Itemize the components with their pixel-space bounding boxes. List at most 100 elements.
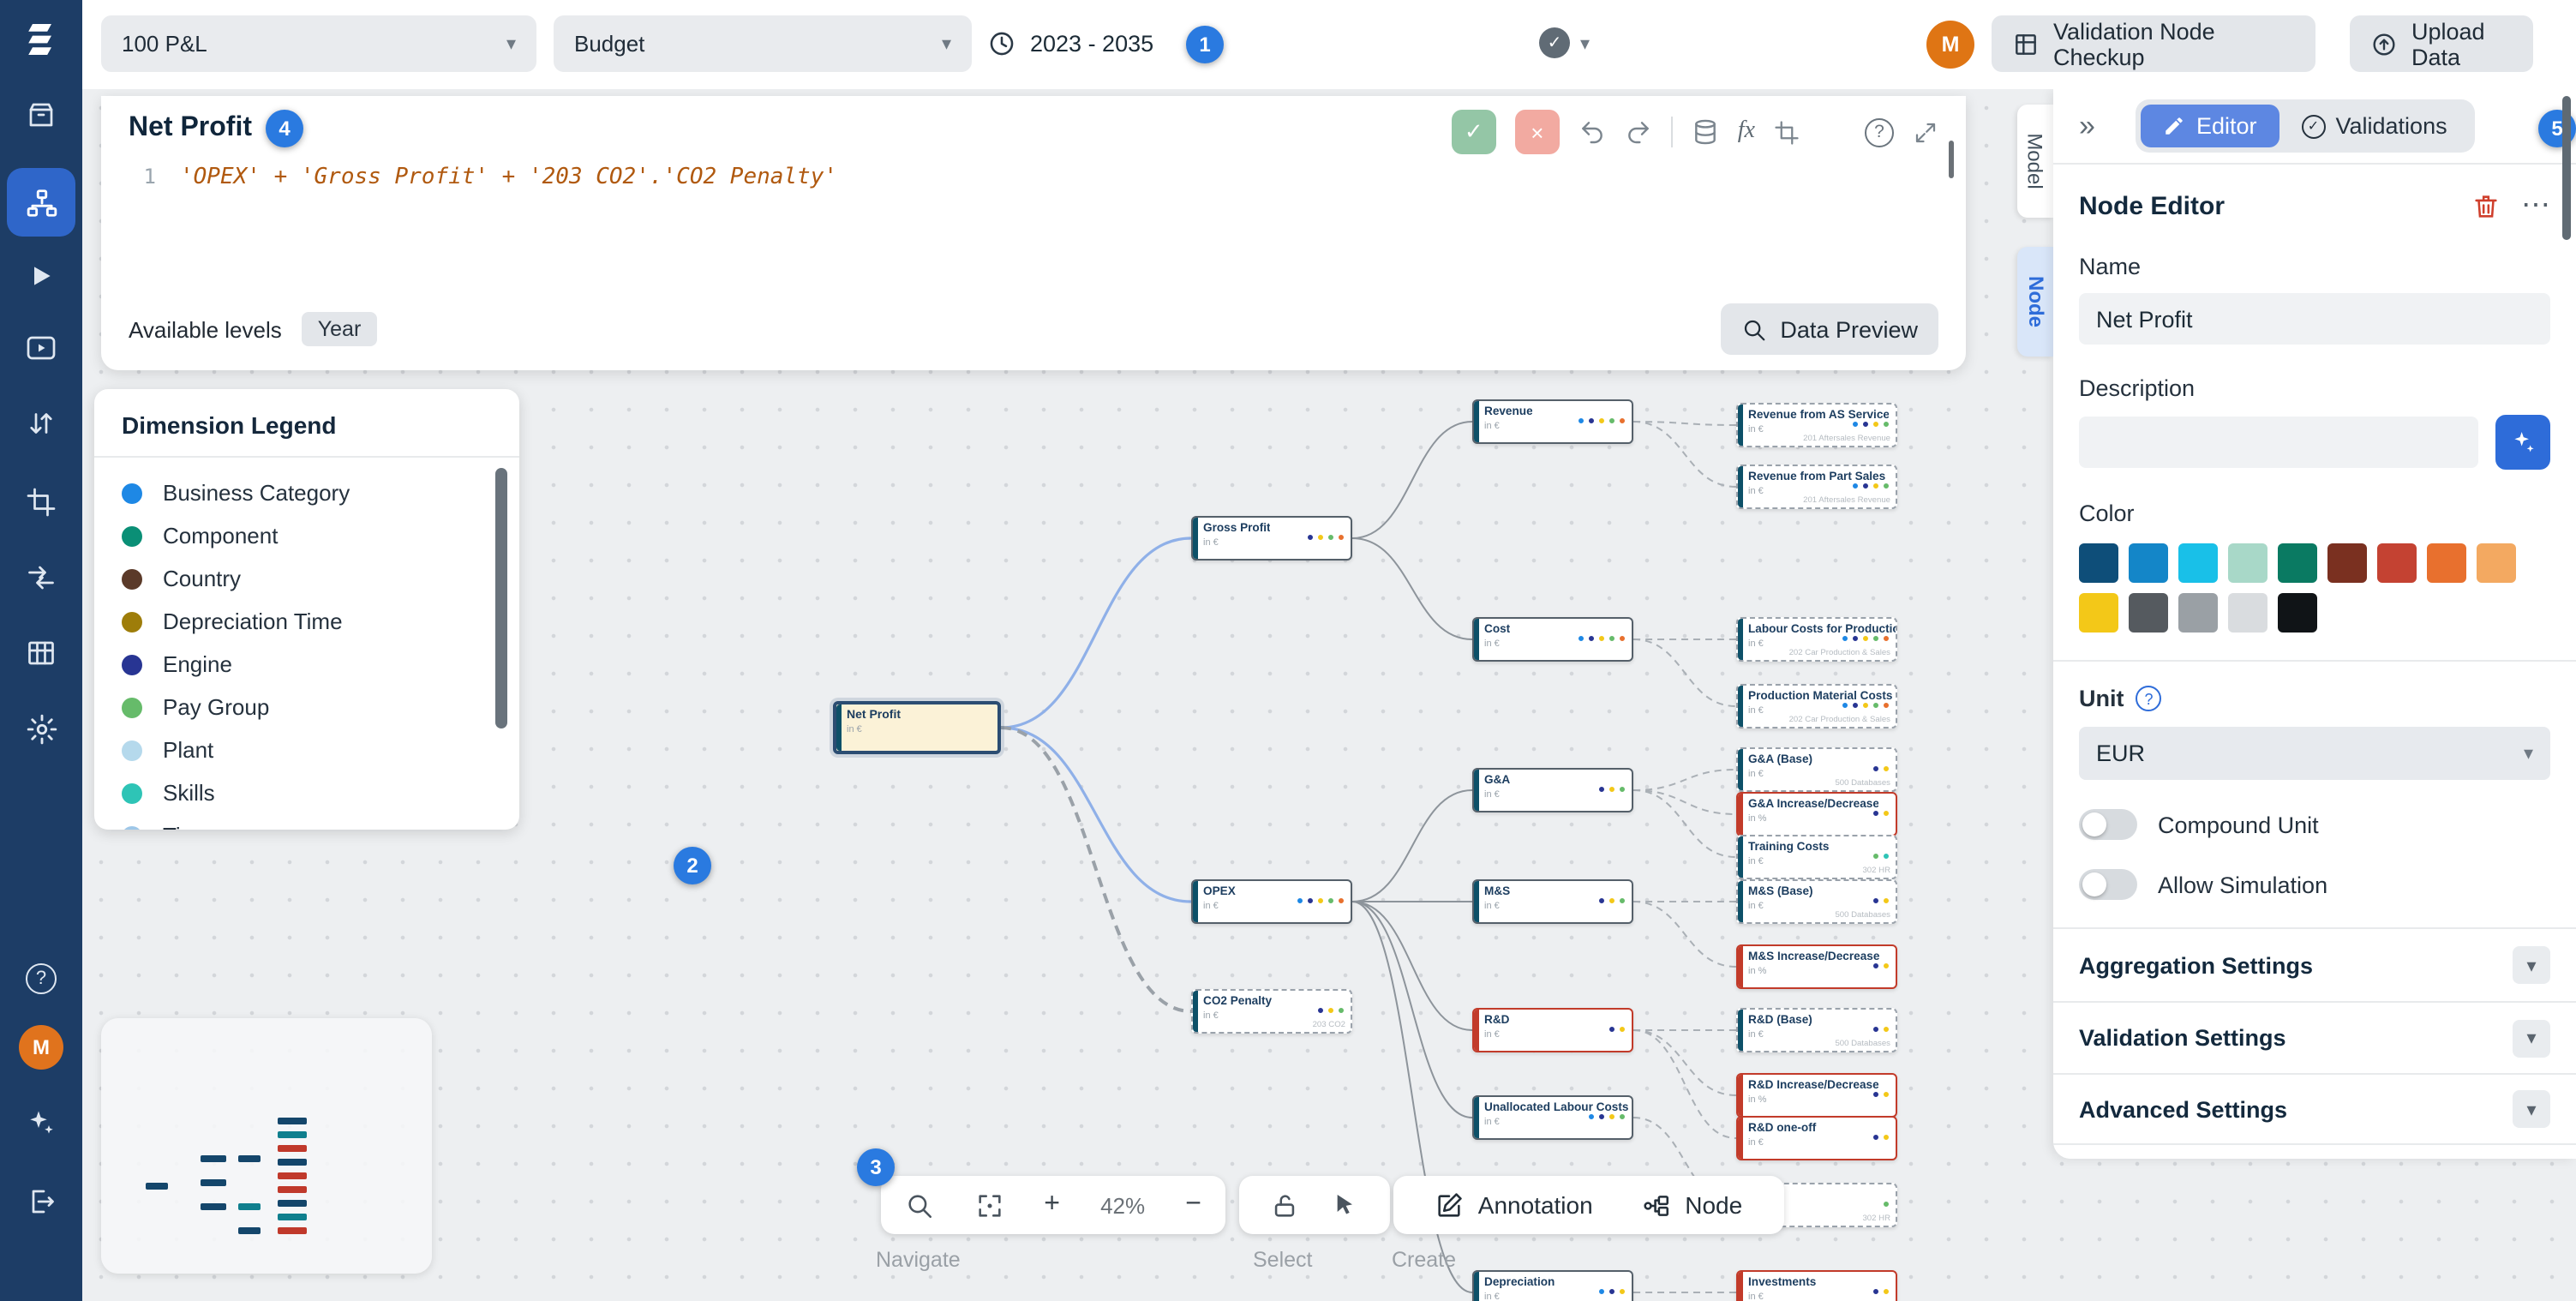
color-swatch[interactable] bbox=[2079, 543, 2118, 583]
user-avatar[interactable]: M bbox=[1926, 21, 1974, 69]
create-annotation-button[interactable]: Annotation bbox=[1435, 1190, 1593, 1220]
user-avatar[interactable]: M bbox=[0, 1022, 82, 1073]
undo-icon[interactable] bbox=[1579, 118, 1606, 146]
graph-node-ms[interactable]: M&Sin € bbox=[1472, 879, 1633, 924]
discard-formula-button[interactable]: × bbox=[1515, 110, 1560, 154]
formula-code-editor[interactable]: 1 'OPEX' + 'Gross Profit' + '203 CO2'.'C… bbox=[101, 158, 1949, 326]
time-range-control[interactable]: 2023 - 2035 bbox=[987, 15, 1153, 72]
tab-validations[interactable]: ✓ Validations bbox=[2279, 105, 2470, 147]
graph-node-ga-base[interactable]: G&A (Base)in €500 Databases bbox=[1736, 747, 1897, 792]
color-swatch[interactable] bbox=[2178, 543, 2218, 583]
minimap[interactable] bbox=[101, 1018, 432, 1274]
process-flow-icon[interactable] bbox=[0, 552, 82, 603]
graph-node-unalloc[interactable]: Unallocated Labour Costs (O...in € bbox=[1472, 1095, 1633, 1140]
color-swatch[interactable] bbox=[2427, 543, 2466, 583]
color-swatch[interactable] bbox=[2327, 543, 2367, 583]
color-swatch[interactable] bbox=[2129, 593, 2168, 633]
color-swatch[interactable] bbox=[2377, 543, 2417, 583]
graph-node-rd-inc[interactable]: R&D Increase/Decreasein % bbox=[1736, 1073, 1897, 1118]
model-select[interactable]: 100 P&L ▾ bbox=[101, 15, 536, 72]
ai-generate-description-button[interactable] bbox=[2495, 415, 2550, 470]
chevron-down-icon[interactable]: ▾ bbox=[2513, 946, 2550, 984]
logout-icon[interactable] bbox=[0, 1176, 82, 1227]
color-swatch[interactable] bbox=[2228, 593, 2267, 633]
apply-formula-button[interactable]: ✓ bbox=[1452, 110, 1496, 154]
unlock-icon[interactable] bbox=[1270, 1190, 1299, 1220]
legend-scrollbar[interactable] bbox=[495, 468, 507, 728]
collapse-panel-icon[interactable]: » bbox=[2079, 109, 2095, 143]
scenario-select[interactable]: Budget ▾ bbox=[554, 15, 972, 72]
graph-node-opex[interactable]: OPEXin € bbox=[1191, 879, 1352, 924]
color-swatch[interactable] bbox=[2129, 543, 2168, 583]
data-preview-button[interactable]: Data Preview bbox=[1720, 303, 1938, 355]
node-name-input[interactable] bbox=[2079, 293, 2550, 345]
data-table-icon[interactable] bbox=[0, 627, 82, 679]
validation-node-checkup-button[interactable]: Validation Node Checkup bbox=[1992, 15, 2315, 72]
cursor-select-icon[interactable] bbox=[1333, 1191, 1360, 1219]
window-scrollbar[interactable] bbox=[2562, 96, 2571, 240]
graph-node-investments[interactable]: Investmentsin € bbox=[1736, 1270, 1897, 1301]
settings-gear-icon[interactable] bbox=[0, 703, 82, 754]
scenario-status-dropdown[interactable]: ✓ ▾ bbox=[1539, 27, 1590, 58]
allow-simulation-toggle[interactable] bbox=[2079, 869, 2137, 900]
color-swatch[interactable] bbox=[2477, 543, 2516, 583]
node-description-input[interactable] bbox=[2079, 417, 2478, 468]
frame-tool-icon[interactable] bbox=[0, 477, 82, 528]
graph-node-ga-inc[interactable]: G&A Increase/Decreasein % bbox=[1736, 792, 1897, 836]
graph-node-prod-material[interactable]: Production Material Costsin €202 Car Pro… bbox=[1736, 684, 1897, 728]
graph-node-depreciation[interactable]: Depreciationin € bbox=[1472, 1270, 1633, 1301]
color-swatch[interactable] bbox=[2278, 593, 2317, 633]
fx-function-icon[interactable]: fx bbox=[1738, 118, 1755, 146]
color-swatch[interactable] bbox=[2178, 593, 2218, 633]
import-export-icon[interactable] bbox=[0, 398, 82, 449]
workspace-icon[interactable] bbox=[0, 89, 82, 141]
graph-node-training[interactable]: Training Costsin €302 HR bbox=[1736, 835, 1897, 879]
expand-editor-icon[interactable] bbox=[1913, 119, 1938, 145]
zoom-in-button[interactable]: + bbox=[1044, 1190, 1060, 1220]
tab-model[interactable]: Model bbox=[2017, 105, 2053, 218]
graph-node-net-profit[interactable]: Net Profitin € bbox=[833, 701, 1001, 754]
help-icon[interactable]: ? bbox=[0, 953, 82, 1004]
database-icon[interactable] bbox=[1692, 118, 1719, 146]
graph-node-rd-base[interactable]: R&D (Base)in €500 Databases bbox=[1736, 1008, 1897, 1052]
more-options-icon[interactable]: ⋯ bbox=[2521, 189, 2550, 223]
section-validation-settings[interactable]: Validation Settings ▾ bbox=[2053, 1001, 2576, 1073]
redo-icon[interactable] bbox=[1625, 118, 1652, 146]
graph-node-rd[interactable]: R&Din € bbox=[1472, 1008, 1633, 1052]
graph-node-rev-parts[interactable]: Revenue from Part Salesin €201 Aftersale… bbox=[1736, 465, 1897, 509]
graph-node-ms-base[interactable]: M&S (Base)in €500 Databases bbox=[1736, 879, 1897, 924]
formula-help-icon[interactable]: ? bbox=[1865, 117, 1894, 147]
compound-unit-toggle[interactable] bbox=[2079, 809, 2137, 840]
tab-node[interactable]: Node bbox=[2017, 247, 2053, 357]
color-swatch[interactable] bbox=[2079, 593, 2118, 633]
unit-select[interactable]: EUR ▾ bbox=[2079, 727, 2550, 780]
zoom-out-button[interactable]: − bbox=[1185, 1190, 1201, 1220]
unit-help-icon[interactable]: ? bbox=[2136, 686, 2162, 711]
section-aggregation-settings[interactable]: Aggregation Settings ▾ bbox=[2053, 929, 2576, 1001]
color-swatch[interactable] bbox=[2228, 543, 2267, 583]
ai-sparkles-icon[interactable] bbox=[0, 1097, 82, 1148]
graph-node-revenue[interactable]: Revenuein € bbox=[1472, 399, 1633, 444]
chevron-down-icon[interactable]: ▾ bbox=[2513, 1019, 2550, 1057]
graph-node-rd-oneoff[interactable]: R&D one-offin € bbox=[1736, 1116, 1897, 1160]
color-swatch[interactable] bbox=[2278, 543, 2317, 583]
upload-data-button[interactable]: Upload Data bbox=[2350, 15, 2533, 72]
graph-node-rev-as[interactable]: Revenue from AS Servicein €201 Aftersale… bbox=[1736, 403, 1897, 447]
app-logo-icon[interactable] bbox=[0, 14, 82, 65]
presentation-icon[interactable] bbox=[0, 322, 82, 374]
graph-node-ms-inc[interactable]: M&S Increase/Decreasein % bbox=[1736, 944, 1897, 989]
simulation-play-icon[interactable] bbox=[0, 250, 82, 302]
fit-view-icon[interactable] bbox=[974, 1190, 1003, 1220]
zoom-search-icon[interactable] bbox=[905, 1190, 934, 1220]
editor-scrollbar[interactable] bbox=[1949, 141, 1954, 178]
tab-editor[interactable]: Editor bbox=[2142, 105, 2279, 147]
frame-icon[interactable] bbox=[1774, 119, 1800, 145]
chevron-down-icon[interactable]: ▾ bbox=[2513, 1090, 2550, 1128]
create-node-button[interactable]: Node bbox=[1642, 1190, 1742, 1220]
model-designer-nav-active[interactable] bbox=[7, 168, 75, 237]
delete-node-icon[interactable] bbox=[2471, 191, 2501, 220]
graph-node-co2[interactable]: CO2 Penaltyin €203 CO2 bbox=[1191, 989, 1352, 1034]
graph-node-cost[interactable]: Costin € bbox=[1472, 617, 1633, 662]
section-advanced-settings[interactable]: Advanced Settings ▾ bbox=[2053, 1073, 2576, 1145]
graph-node-ga[interactable]: G&Ain € bbox=[1472, 768, 1633, 812]
